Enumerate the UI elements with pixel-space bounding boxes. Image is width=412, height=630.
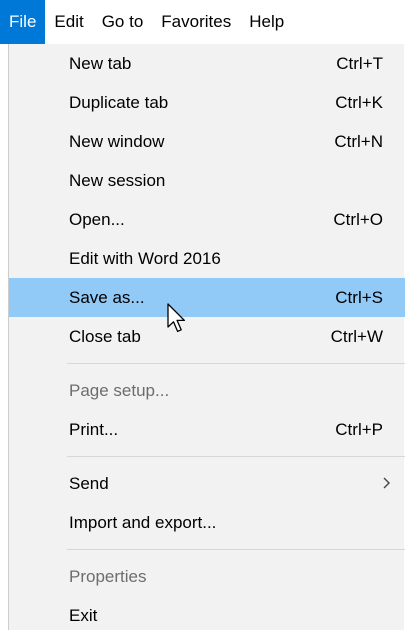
menu-item-shortcut: Ctrl+W	[330, 326, 383, 346]
menu-item-new-tab[interactable]: New tab Ctrl+T	[9, 44, 405, 83]
menu-file[interactable]: File	[0, 0, 46, 44]
menu-bar: File Edit Go to Favorites Help	[0, 0, 412, 44]
menu-item-label: Print...	[69, 419, 119, 439]
menu-item-label: New session	[69, 170, 166, 190]
browser-window: New tab Ctrl+T Duplicate tab Ctrl+K New …	[0, 0, 412, 630]
menu-item-properties: Properties	[9, 557, 405, 596]
menu-item-label: Open...	[69, 209, 125, 229]
menu-item-label: Close tab	[69, 326, 141, 346]
menu-item-duplicate-tab[interactable]: Duplicate tab Ctrl+K	[9, 83, 405, 122]
menu-item-exit[interactable]: Exit	[9, 596, 405, 630]
menu-separator	[9, 542, 405, 557]
menu-favorites[interactable]: Favorites	[152, 0, 240, 44]
menu-item-shortcut: Ctrl+K	[335, 92, 383, 112]
menu-item-new-window[interactable]: New window Ctrl+N	[9, 122, 405, 161]
menu-item-label: New window	[69, 131, 165, 151]
file-menu-items: New tab Ctrl+T Duplicate tab Ctrl+K New …	[9, 44, 405, 630]
menu-item-new-session[interactable]: New session	[9, 161, 405, 200]
menu-go-to[interactable]: Go to	[93, 0, 153, 44]
menu-help[interactable]: Help	[240, 0, 293, 44]
menu-item-save-as[interactable]: Save as... Ctrl+S	[9, 278, 405, 317]
menu-item-print[interactable]: Print... Ctrl+P	[9, 410, 405, 449]
menu-item-label: Save as...	[69, 287, 145, 307]
menu-item-send[interactable]: Send	[9, 464, 405, 503]
menu-item-label: Exit	[69, 605, 98, 625]
chevron-right-icon	[383, 477, 390, 489]
menu-item-shortcut: Ctrl+N	[334, 131, 383, 151]
menu-item-label: Duplicate tab	[69, 92, 169, 112]
menu-edit[interactable]: Edit	[45, 0, 92, 44]
file-menu-dropdown: New tab Ctrl+T Duplicate tab Ctrl+K New …	[8, 20, 405, 630]
menu-item-shortcut: Ctrl+T	[336, 53, 383, 73]
menu-item-label: Send	[69, 473, 109, 493]
menu-item-page-setup: Page setup...	[9, 371, 405, 410]
menu-separator	[9, 356, 405, 371]
menu-item-label: Page setup...	[69, 380, 170, 400]
menu-item-shortcut: Ctrl+P	[335, 419, 383, 439]
menu-item-open[interactable]: Open... Ctrl+O	[9, 200, 405, 239]
menu-item-label: Properties	[69, 566, 147, 586]
menu-item-close-tab[interactable]: Close tab Ctrl+W	[9, 317, 405, 356]
menu-item-shortcut: Ctrl+S	[335, 287, 383, 307]
menu-item-edit-with-word[interactable]: Edit with Word 2016	[9, 239, 405, 278]
menu-separator	[9, 449, 405, 464]
menu-item-label: Edit with Word 2016	[69, 248, 221, 268]
menu-item-label: New tab	[69, 53, 132, 73]
menu-item-shortcut: Ctrl+O	[333, 209, 383, 229]
menu-item-label: Import and export...	[69, 512, 217, 532]
menu-item-import-export[interactable]: Import and export...	[9, 503, 405, 542]
